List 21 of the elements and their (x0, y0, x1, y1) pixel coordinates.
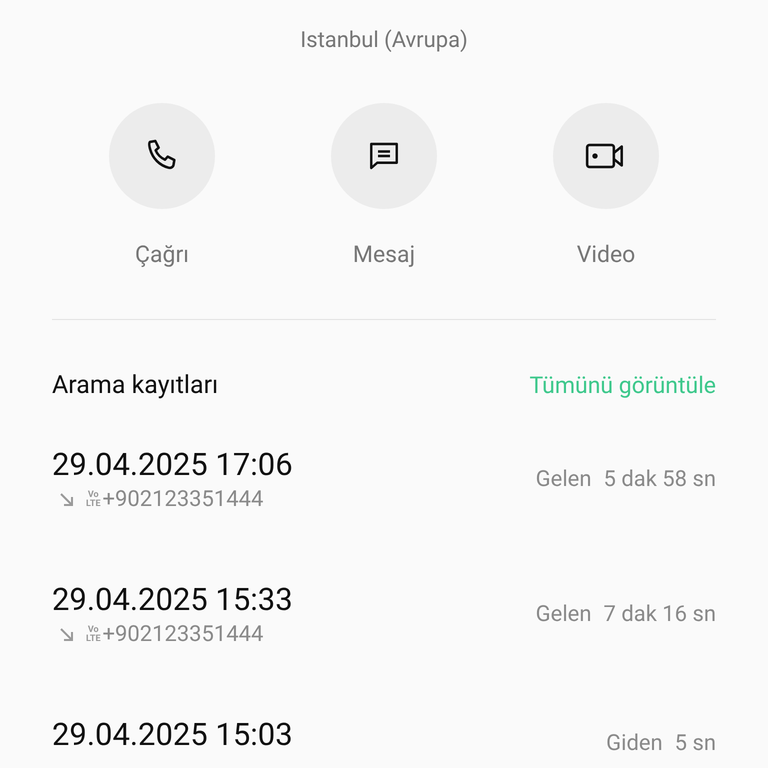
call-datetime: 29.04.2025 15:03 (52, 716, 293, 754)
call-datetime: 29.04.2025 17:06 (52, 446, 293, 484)
action-label: Mesaj (352, 241, 416, 269)
call-direction: Gelen (536, 601, 592, 629)
phone-number: +902123351444 (102, 486, 264, 514)
call-direction: Giden (606, 730, 663, 758)
volte-text: LTE (86, 500, 101, 509)
action-label: Video (576, 241, 636, 269)
volte-text: Vo (88, 626, 99, 635)
call-datetime: 29.04.2025 15:33 (52, 581, 293, 619)
volte-text: Vo (88, 491, 99, 500)
call-duration: 7 dak 16 sn (604, 601, 716, 629)
call-duration: 5 dak 58 sn (604, 466, 716, 494)
volte-text: LTE (86, 635, 101, 644)
phone-number: +902123351444 (102, 621, 264, 649)
view-all-link[interactable]: Tümünü görüntüle (530, 370, 716, 402)
call-direction: Gelen (536, 466, 592, 494)
section-title: Arama kayıtları (52, 370, 218, 402)
location-text: Istanbul (Avrupa) (300, 27, 468, 55)
action-label: Çağrı (135, 241, 189, 269)
call-duration: 5 sn (674, 730, 716, 758)
